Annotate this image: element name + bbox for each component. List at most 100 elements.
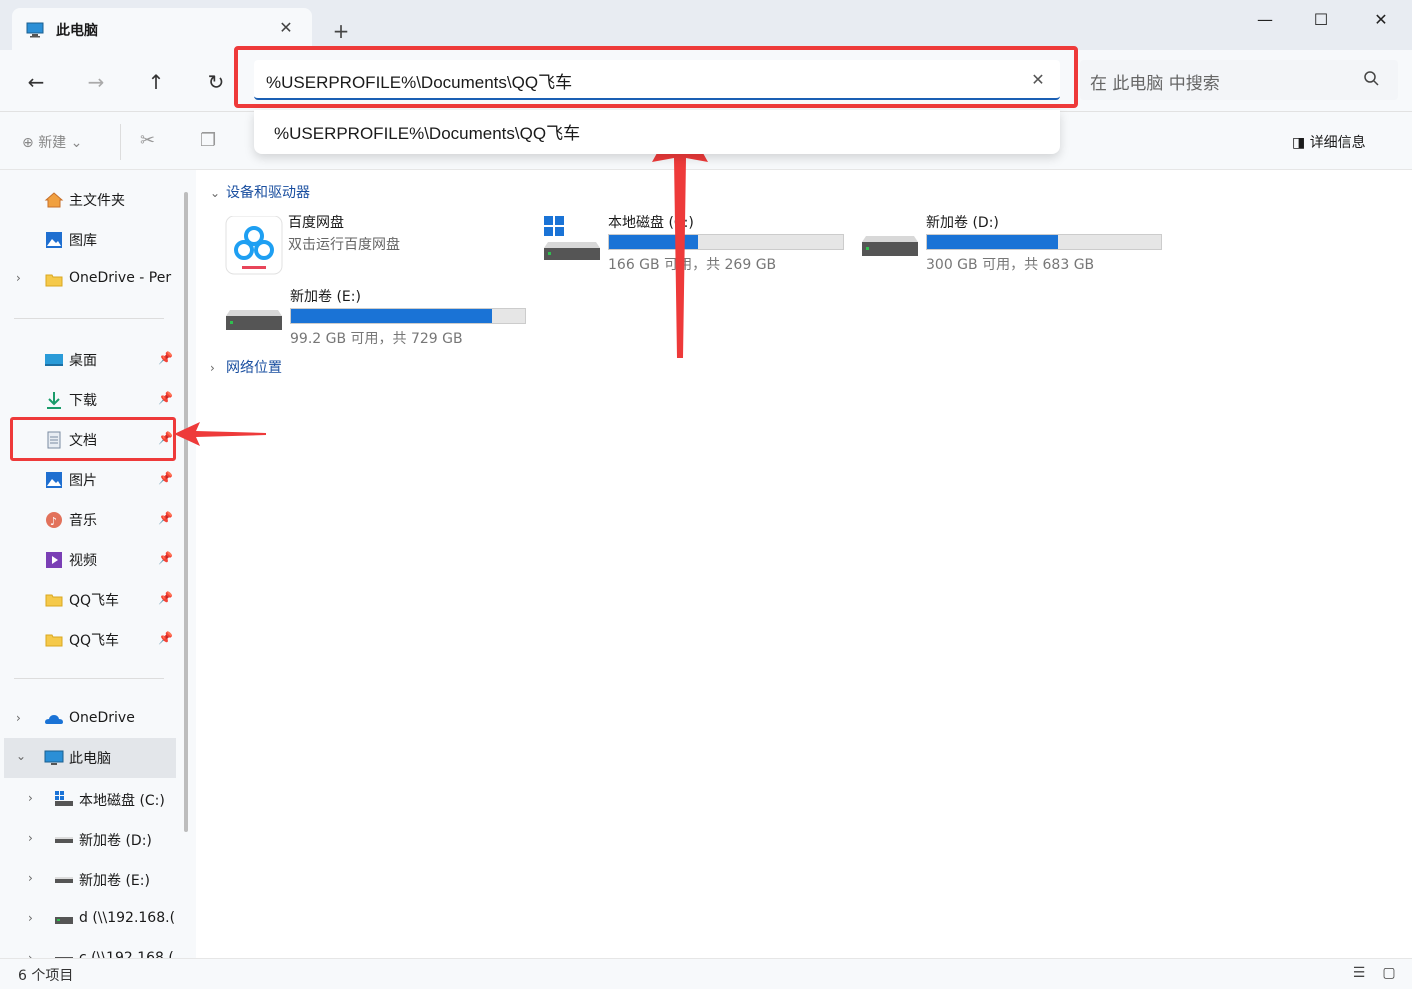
folder-icon (44, 590, 64, 610)
navigation-pane: 主文件夹 图库 › OneDrive - Per 桌面 📌 下载 📌 文档 📌 … (0, 170, 196, 958)
drive-icon (54, 870, 74, 890)
sidebar-item-label: 新加卷 (D:) (79, 833, 152, 849)
item-count: 6 个项目 (18, 968, 74, 984)
sidebar-item-music[interactable]: ♪ 音乐 📌 (0, 502, 176, 538)
network-drive-icon (54, 910, 74, 930)
desktop-icon (44, 350, 64, 370)
toolbar-divider (120, 124, 121, 160)
sidebar-item-drive-d[interactable]: › 新加卷 (D:) (0, 822, 176, 858)
sidebar-item-label: 此电脑 (69, 751, 111, 767)
chevron-down-icon[interactable]: ⌄ (16, 749, 28, 763)
drive-icon (862, 216, 922, 268)
address-suggestion-item[interactable]: %USERPROFILE%\Documents\QQ飞车 (274, 119, 580, 144)
folder-icon (44, 270, 64, 290)
pin-icon[interactable]: 📌 (158, 351, 173, 365)
chevron-right-icon[interactable]: › (16, 271, 28, 285)
annotation-highlight-address (234, 46, 1078, 108)
chevron-right-icon[interactable]: › (28, 871, 40, 885)
up-button[interactable]: ↑ (142, 68, 170, 96)
download-icon (44, 390, 64, 410)
music-icon: ♪ (44, 510, 64, 530)
drive-space-info: 99.2 GB 可用，共 729 GB (290, 331, 463, 347)
new-button[interactable]: ⊕ 新建 ⌄ (22, 132, 82, 152)
new-tab-button[interactable]: + (330, 20, 352, 42)
chevron-right-icon[interactable]: › (28, 791, 40, 805)
copy-icon[interactable]: ❐ (200, 130, 224, 154)
chevron-right-icon[interactable]: › (16, 711, 28, 725)
drive-name: 新加卷 (D:) (926, 215, 999, 231)
sidebar-item-qq-speed-2[interactable]: QQ飞车 📌 (0, 622, 176, 658)
tab-this-pc[interactable]: 此电脑 ✕ (12, 8, 312, 50)
baidu-netdisk-icon (224, 216, 284, 275)
sidebar-item-home[interactable]: 主文件夹 (0, 182, 176, 218)
drive-name: 百度网盘 (288, 215, 344, 231)
maximize-button[interactable]: ☐ (1298, 6, 1344, 34)
pin-icon[interactable]: 📌 (158, 591, 173, 605)
drive-icon (54, 830, 74, 850)
chevron-right-icon: › (210, 361, 215, 375)
devices-header-label: 设备和驱动器 (226, 185, 310, 201)
drive-usage-fill (927, 235, 1059, 249)
sidebar-item-videos[interactable]: 视频 📌 (0, 542, 176, 578)
chevron-right-icon[interactable]: › (28, 831, 40, 845)
sidebar-item-pictures[interactable]: 图片 📌 (0, 462, 176, 498)
tiles-view-icon[interactable]: ▢ (1380, 965, 1398, 983)
drive-d-item[interactable]: 新加卷 (D:) 300 GB 可用，共 683 GB (862, 212, 1172, 282)
sidebar-item-network-drive-c[interactable]: › c (\\192.168.( (0, 942, 176, 958)
pin-icon[interactable]: 📌 (158, 631, 173, 645)
close-window-button[interactable]: ✕ (1358, 6, 1404, 34)
chevron-right-icon[interactable]: › (28, 951, 40, 958)
sidebar-item-label: 新加卷 (E:) (79, 873, 150, 889)
content-pane: ⌄ 设备和驱动器 百度网盘 双击运行百度网盘 本地磁盘 (C:) 166 GB 可… (196, 112, 1412, 958)
sidebar-scrollbar[interactable] (184, 192, 188, 832)
sidebar-item-label: OneDrive - Per (69, 270, 172, 286)
pin-icon[interactable]: 📌 (158, 511, 173, 525)
new-button-label: 新建 (38, 135, 67, 151)
tab-close-button[interactable]: ✕ (276, 18, 296, 38)
details-label: 详细信息 (1309, 135, 1366, 151)
refresh-button[interactable]: ↻ (202, 68, 230, 96)
drive-e-item[interactable]: 新加卷 (E:) 99.2 GB 可用，共 729 GB (226, 286, 536, 356)
gallery-icon (44, 230, 64, 250)
sidebar-divider (14, 318, 164, 319)
svg-text:♪: ♪ (50, 515, 57, 528)
sidebar-item-label: 图库 (69, 233, 97, 249)
sidebar-item-label: d (\\192.168.( (79, 910, 175, 926)
minimize-button[interactable]: — (1242, 6, 1288, 34)
windows-drive-icon (54, 790, 74, 810)
cut-icon[interactable]: ✂ (140, 130, 164, 154)
pin-icon[interactable]: 📌 (158, 391, 173, 405)
details-view-icon[interactable]: ☰ (1350, 965, 1368, 983)
windows-drive-icon (544, 216, 604, 268)
sidebar-item-onedrive-personal[interactable]: › OneDrive - Per (0, 262, 176, 298)
sidebar-item-onedrive[interactable]: › OneDrive (0, 702, 176, 738)
search-placeholder: 在 此电脑 中搜索 (1090, 74, 1220, 94)
forward-button[interactable]: → (82, 68, 110, 96)
sidebar-item-drive-e[interactable]: › 新加卷 (E:) (0, 862, 176, 898)
pin-icon[interactable]: 📌 (158, 471, 173, 485)
network-group-header[interactable]: › 网络位置 (210, 357, 282, 377)
sidebar-item-downloads[interactable]: 下载 📌 (0, 382, 176, 418)
sidebar-item-this-pc[interactable]: ⌄ 此电脑 (4, 738, 176, 778)
sidebar-item-drive-c[interactable]: › 本地磁盘 (C:) (0, 782, 176, 818)
back-button[interactable]: ← (22, 68, 50, 96)
search-icon[interactable] (1362, 69, 1382, 89)
sidebar-item-qq-speed-1[interactable]: QQ飞车 📌 (0, 582, 176, 618)
onedrive-icon (44, 710, 64, 730)
sidebar-item-network-drive-d[interactable]: › d (\\192.168.( (0, 902, 176, 938)
drive-name: 新加卷 (E:) (290, 289, 361, 305)
search-box[interactable]: 在 此电脑 中搜索 (1080, 60, 1398, 100)
devices-group-header[interactable]: ⌄ 设备和驱动器 (210, 182, 310, 202)
baidu-netdisk-item[interactable]: 百度网盘 双击运行百度网盘 (224, 212, 504, 282)
pin-icon[interactable]: 📌 (158, 551, 173, 565)
sidebar-item-desktop[interactable]: 桌面 📌 (0, 342, 176, 378)
sidebar-item-label: 主文件夹 (69, 193, 125, 209)
drive-space-info: 300 GB 可用，共 683 GB (926, 257, 1095, 273)
drive-subtitle: 双击运行百度网盘 (288, 237, 400, 253)
network-drive-icon (54, 950, 74, 958)
chevron-down-icon: ⌄ (210, 186, 221, 200)
chevron-right-icon[interactable]: › (28, 911, 40, 925)
annotation-arrow-left (174, 422, 266, 446)
details-button[interactable]: ◨ 详细信息 (1292, 132, 1366, 152)
sidebar-item-gallery[interactable]: 图库 (0, 222, 176, 258)
